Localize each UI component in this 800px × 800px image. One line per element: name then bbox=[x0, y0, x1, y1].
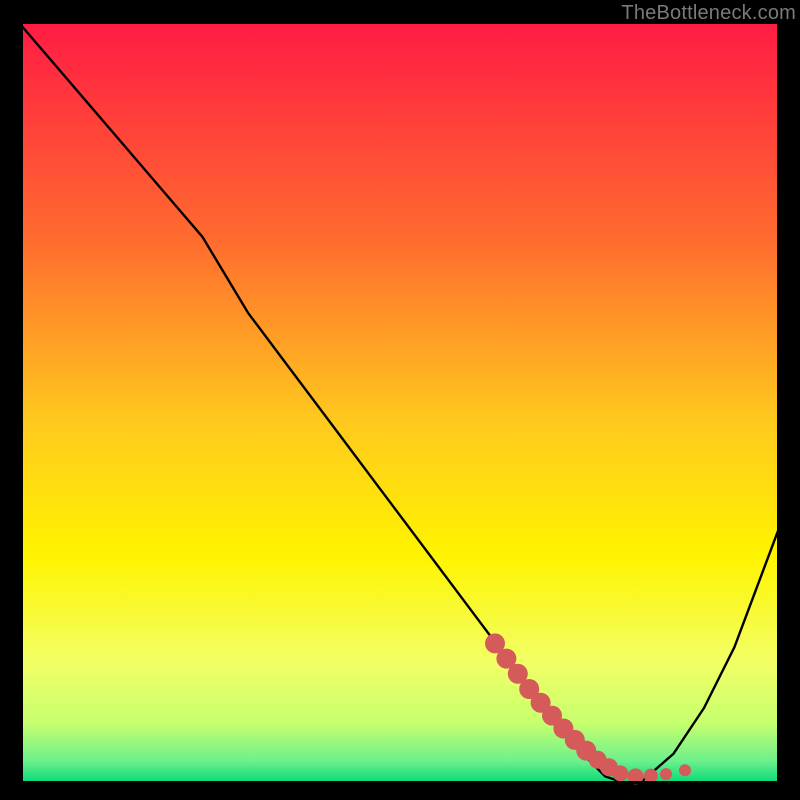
highlight-marker bbox=[612, 765, 628, 781]
highlight-marker bbox=[660, 768, 672, 780]
attribution-watermark: TheBottleneck.com bbox=[621, 2, 796, 25]
highlight-marker bbox=[679, 764, 691, 776]
highlight-marker bbox=[644, 769, 658, 783]
highlight-marker bbox=[628, 768, 644, 784]
chart-frame bbox=[20, 24, 780, 784]
chart-svg bbox=[20, 24, 780, 784]
highlight-markers bbox=[485, 633, 691, 784]
bottleneck-curve-line bbox=[20, 24, 780, 784]
